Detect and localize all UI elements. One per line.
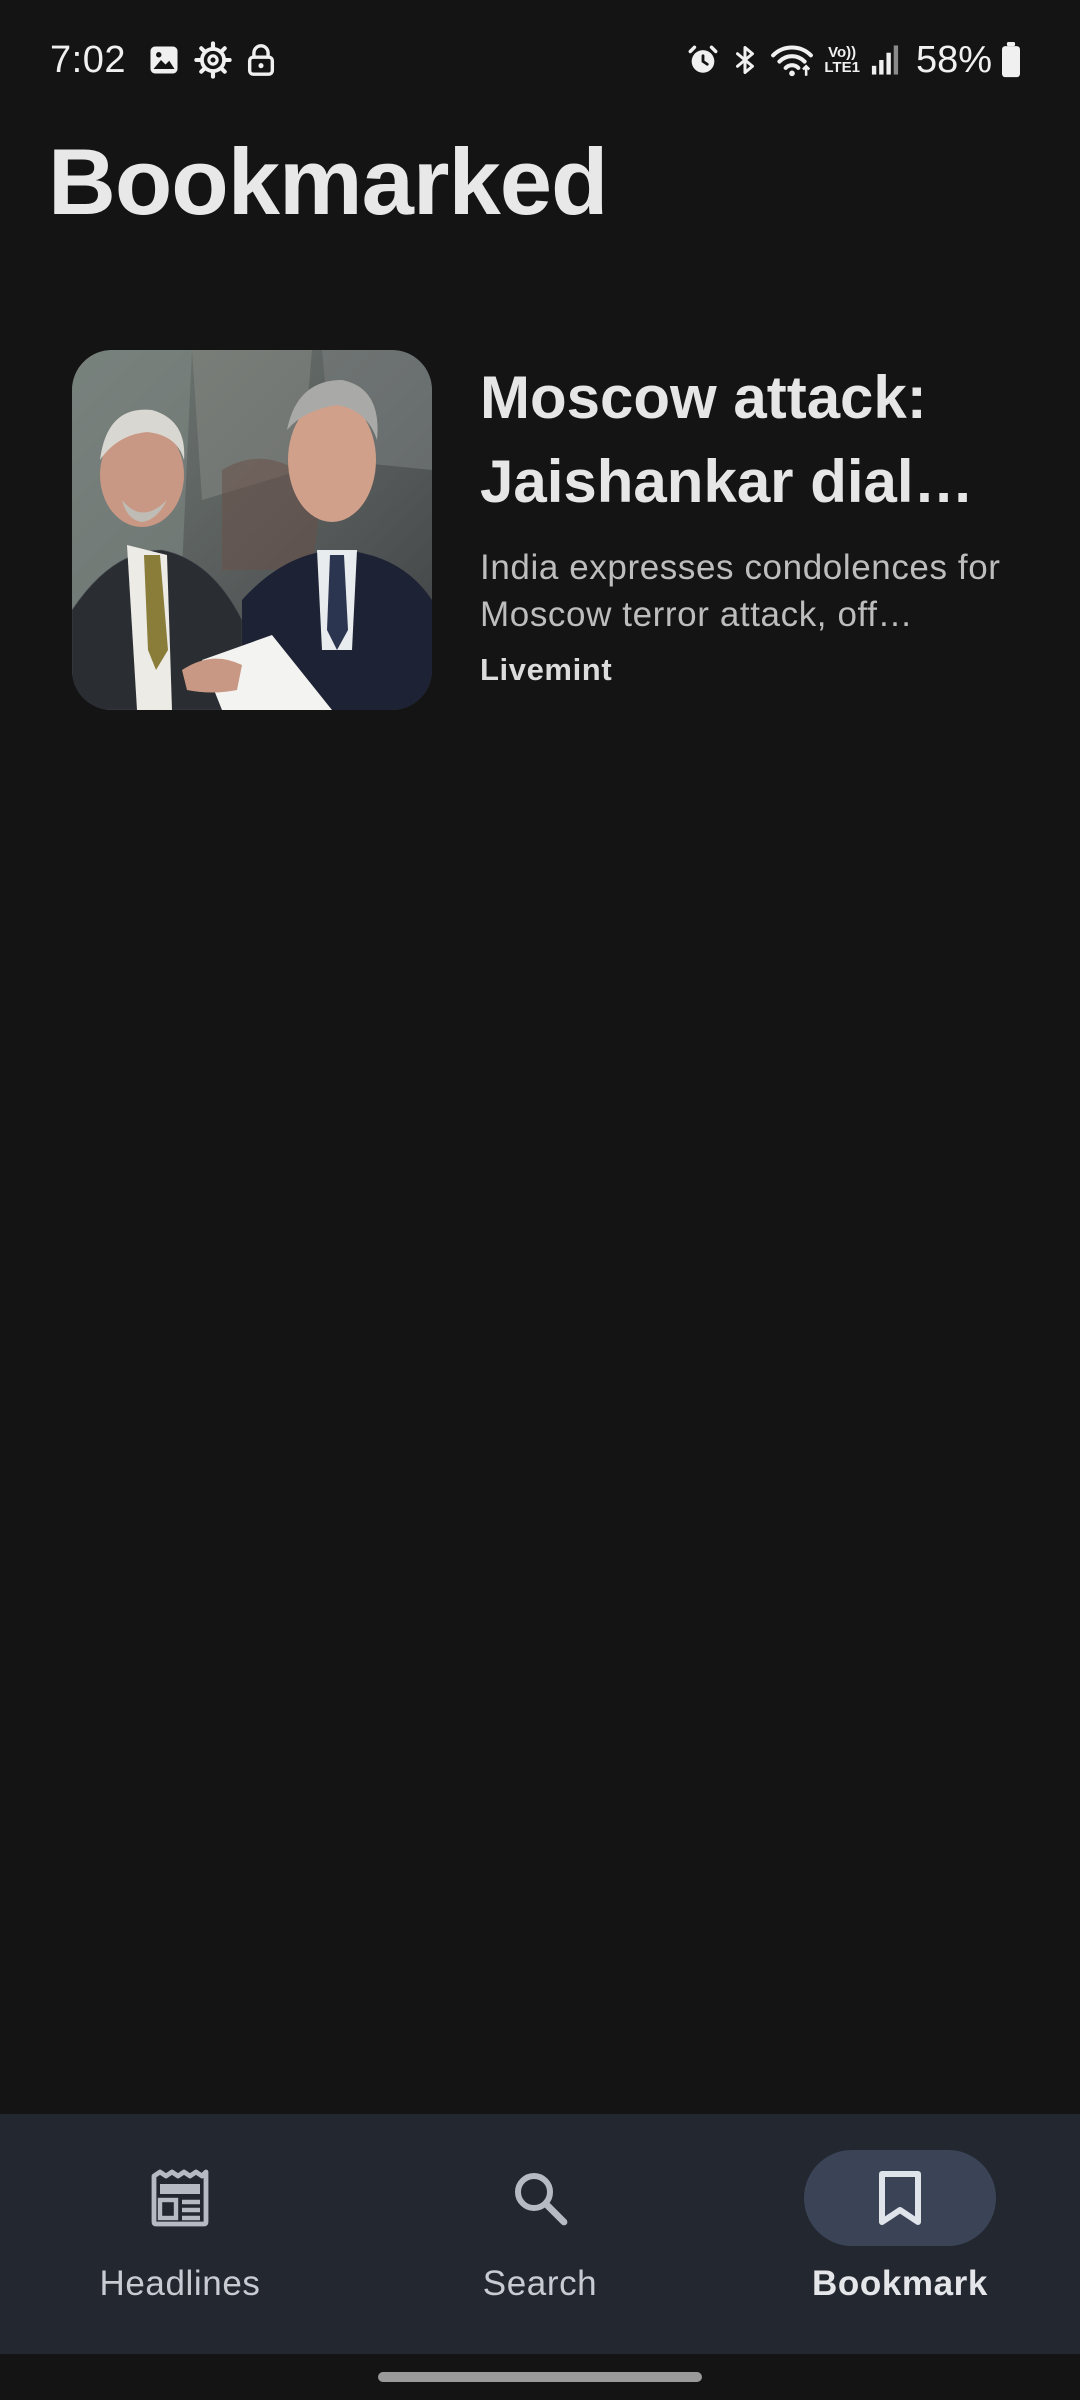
- nav-bookmark-icon-wrap[interactable]: [804, 2150, 996, 2246]
- bottom-navigation: Headlines Search Bookmark: [0, 2114, 1080, 2354]
- nav-search-icon-wrap[interactable]: [444, 2150, 636, 2246]
- bookmarks-screen: 7:02 Vo)) LTE1 58% Bookmarked Moscow att…: [0, 0, 1080, 2400]
- bluetooth-icon: [730, 42, 760, 78]
- newspaper-icon: [151, 2169, 209, 2227]
- article-source: Livemint: [480, 652, 613, 687]
- home-gesture-handle[interactable]: [378, 2372, 702, 2382]
- nav-item-search[interactable]: Search: [360, 2114, 720, 2354]
- gesture-area: [0, 2354, 1080, 2400]
- page-title: Bookmarked: [48, 129, 608, 234]
- nav-item-bookmark[interactable]: Bookmark: [720, 2114, 1080, 2354]
- article-photo: [72, 350, 432, 710]
- status-right: Vo)) LTE1 58%: [686, 39, 1032, 82]
- battery-percent: 58%: [915, 38, 992, 81]
- lock-icon: [244, 42, 278, 78]
- nav-label-headlines[interactable]: Headlines: [99, 2264, 260, 2304]
- nav-label-bookmark[interactable]: Bookmark: [812, 2264, 988, 2304]
- status-time: 7:02: [50, 38, 126, 81]
- nav-item-headlines[interactable]: Headlines: [0, 2114, 360, 2354]
- nav-headlines-icon-wrap[interactable]: [84, 2150, 276, 2246]
- volte-lte-icon: Vo)) LTE1: [824, 45, 860, 75]
- battery-icon: [1000, 42, 1022, 78]
- gallery-icon: [146, 42, 182, 78]
- status-bar: 7:02 Vo)) LTE1 58%: [0, 0, 1080, 120]
- bookmark-icon: [879, 2171, 921, 2225]
- article-title[interactable]: Moscow attack: Jaishankar dial…: [480, 356, 1012, 524]
- signal-icon: [870, 44, 900, 76]
- volte-label: Vo)): [828, 44, 857, 61]
- search-icon: [515, 2173, 568, 2226]
- article-description: India expresses condolences for Moscow t…: [480, 548, 1001, 634]
- alarm-icon: [686, 43, 720, 77]
- article-text[interactable]: Moscow attack: Jaishankar dial… India ex…: [480, 350, 1012, 688]
- article-thumbnail[interactable]: [72, 350, 432, 710]
- wifi-icon: [770, 42, 814, 78]
- bookmarked-article-card[interactable]: Moscow attack: Jaishankar dial… India ex…: [72, 350, 1012, 712]
- lte-label: LTE1: [824, 59, 860, 76]
- settings-gear-icon: [194, 41, 232, 79]
- nav-label-search[interactable]: Search: [483, 2264, 598, 2304]
- status-left: 7:02: [50, 39, 290, 82]
